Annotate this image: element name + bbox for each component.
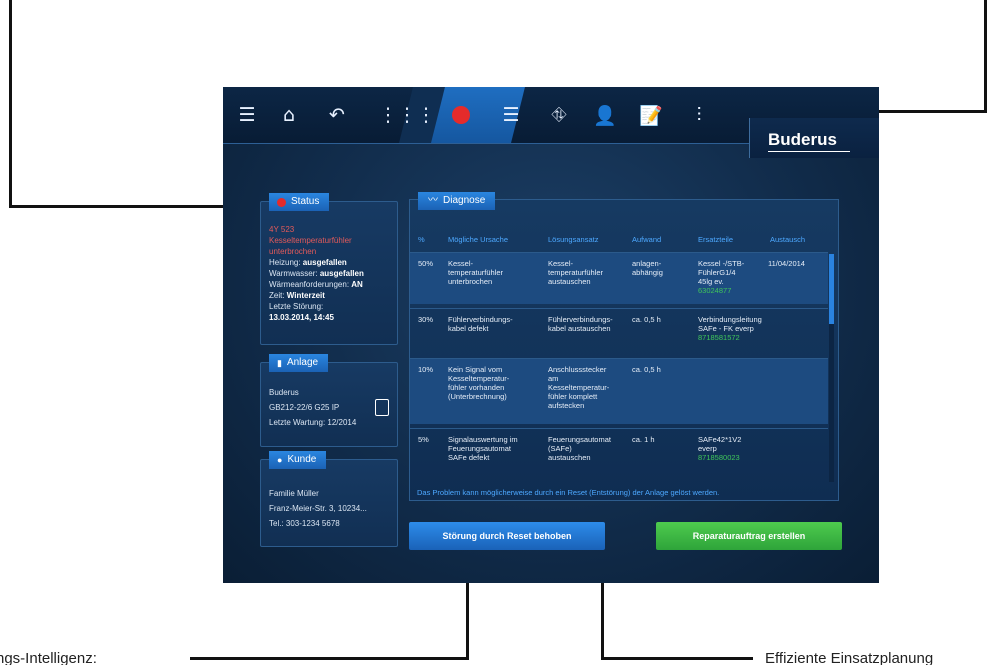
kunde-card-tab[interactable]: ● Kunde xyxy=(269,451,327,469)
pulse-icon: 〰 xyxy=(428,195,438,206)
back-icon[interactable]: ↶ xyxy=(323,101,351,129)
status-card: Status 4Y 523 Kesseltemperaturfühler unt… xyxy=(260,193,398,345)
last-fault-label: Letzte Störung: xyxy=(269,302,324,311)
home-icon[interactable]: ⌂ xyxy=(275,101,303,129)
status-alarm-icon xyxy=(277,197,286,207)
table-row[interactable]: 30% Fühlerverbindungs- kabel defekt Fühl… xyxy=(410,308,828,358)
status-line-heizung: Heizung: ausgefallen xyxy=(269,258,347,267)
reset-fixed-button[interactable]: Störung durch Reset behoben xyxy=(409,522,605,550)
table-row[interactable]: 50% Kessel- temperaturfühler unterbroche… xyxy=(410,252,828,304)
menu-icon[interactable]: ☰ xyxy=(233,101,261,129)
scrollbar-thumb[interactable] xyxy=(829,254,834,324)
anlage-model: GB212-22/6 G25 IP xyxy=(269,403,340,412)
diagnose-panel: 〰 Diagnose % Mögliche Ursache Lösungsans… xyxy=(409,192,839,501)
status-line-waerme: Wärmeanforderungen: AN xyxy=(269,280,363,289)
reset-hint: Das Problem kann möglicherweise durch ei… xyxy=(417,488,720,497)
diagnose-scrollbar[interactable] xyxy=(829,254,834,482)
status-line-warmwasser: Warmwasser: ausgefallen xyxy=(269,269,364,278)
customer-address: Franz-Meier-Str. 3, 10234... xyxy=(269,504,367,513)
callout-line-left-vertical xyxy=(9,0,12,208)
anlage-manufacturer: Buderus xyxy=(269,388,299,397)
customer-name: Familie Müller xyxy=(269,489,319,498)
list-icon[interactable]: ☰ xyxy=(497,101,525,129)
kunde-card: ● Kunde Familie Müller Franz-Meier-Str. … xyxy=(260,451,398,547)
create-repair-order-button[interactable]: Reparaturauftrag erstellen xyxy=(656,522,842,550)
error-text: Kesseltemperaturfühler unterbrochen xyxy=(269,236,352,256)
anlage-card-tab[interactable]: ▮ Anlage xyxy=(269,354,329,372)
error-code: 4Y 523 xyxy=(269,225,295,234)
diagnose-tab[interactable]: 〰 Diagnose xyxy=(418,192,496,210)
customer-phone: Tel.: 303-1234 5678 xyxy=(269,519,340,528)
callout-line-bottom-left-horizontal xyxy=(190,657,469,660)
sliders-icon[interactable]: ⫶ xyxy=(685,101,713,129)
tablet-screen: ☰ ⌂ ↶ ⋮⋮⋮ ☰ ⛗ 👤 📝 ⫶ Buderus Status 4Y 52… xyxy=(223,87,879,583)
callout-text-right: Effiziente Einsatzplanung xyxy=(765,650,934,665)
alarm-icon[interactable] xyxy=(447,101,475,129)
last-fault-value: 13.03.2014, 14:45 xyxy=(269,313,334,322)
anlage-service: Letzte Wartung: 12/2014 xyxy=(269,418,357,427)
callout-line-bottom-right-horizontal xyxy=(601,657,753,660)
anlage-card: ▮ Anlage Buderus GB212-22/6 G25 IP Letzt… xyxy=(260,354,398,447)
boiler-icon: ▮ xyxy=(277,358,282,368)
customer-icon: ● xyxy=(277,455,283,465)
status-line-zeit: Zeit: Winterzeit xyxy=(269,291,325,300)
brand-logo: Buderus xyxy=(749,118,879,158)
table-row[interactable]: 5% Signalauswertung im Feuerungsautomat … xyxy=(410,428,828,480)
status-card-tab[interactable]: Status xyxy=(269,193,330,211)
diagnose-header: % Mögliche Ursache Lösungsansatz Aufwand… xyxy=(418,235,806,244)
user-icon[interactable]: 👤 xyxy=(591,101,619,129)
table-row[interactable]: 10% Kein Signal vom Kesseltemperatur- fü… xyxy=(410,358,828,424)
hierarchy-icon[interactable]: ⛗ xyxy=(545,101,573,129)
grid-icon[interactable]: ⋮⋮⋮ xyxy=(379,101,436,129)
checklist-icon[interactable]: 📝 xyxy=(637,101,665,129)
boiler-device-icon xyxy=(375,399,389,416)
callout-text-left: ngs-Intelligenz: xyxy=(0,650,97,665)
